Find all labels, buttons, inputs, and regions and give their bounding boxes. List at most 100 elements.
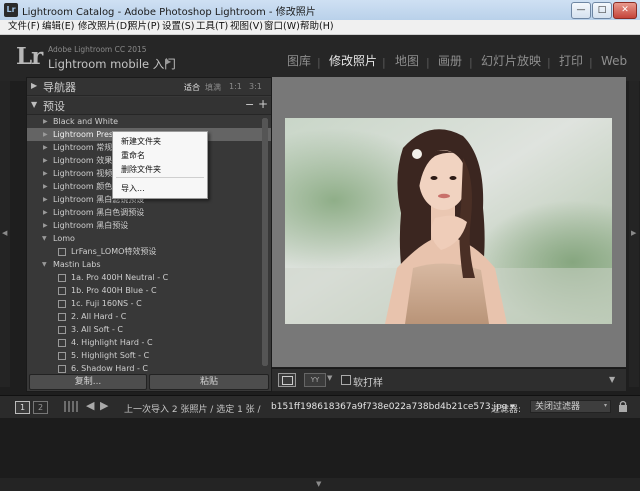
preset-folder-lomo[interactable]: ▼ Lomo — [27, 232, 271, 245]
maximize-button[interactable]: □ — [592, 2, 612, 19]
close-button[interactable]: ✕ — [613, 2, 637, 19]
add-preset-button[interactable]: + — [258, 97, 268, 111]
navigator-title: 导航器 — [43, 81, 76, 94]
toolbar-content-menu[interactable]: ▼ — [609, 375, 615, 384]
filmstrip-area[interactable] — [0, 418, 640, 478]
module-develop[interactable]: 修改照片 — [329, 55, 377, 68]
triangle-right-icon: ▶ — [43, 183, 48, 190]
lightroom-app-icon: Lr — [4, 3, 18, 17]
triangle-down-icon: ▼ — [316, 480, 322, 488]
lightroom-mobile-link[interactable]: Lightroom mobile 入门 — [48, 56, 176, 72]
portrait-photo — [285, 118, 612, 324]
copy-settings-button[interactable]: 复制... — [29, 374, 147, 390]
preset-folder-mastin-labs[interactable]: ▼ Mastin Labs — [27, 258, 271, 271]
filmstrip-bar: 1 2 ◀ ▶ 上一次导入 2 张照片 / 选定 1 张 / b151ff198… — [0, 395, 640, 419]
right-panel-toggle[interactable]: ▶ — [629, 81, 639, 387]
menu-view[interactable]: 视图(V) — [230, 20, 263, 34]
menu-help[interactable]: 帮助(H) — [300, 20, 334, 34]
preset-item[interactable]: 2. All Hard - C — [27, 310, 271, 323]
preset-file-icon — [58, 248, 66, 256]
filmstrip-toggle[interactable]: ▼ — [0, 478, 640, 491]
preset-item[interactable]: 1a. Pro 400H Neutral - C — [27, 271, 271, 284]
module-slideshow[interactable]: 幻灯片放映 — [481, 55, 541, 68]
menu-photo[interactable]: 照片(P) — [128, 20, 160, 34]
soft-proof-checkbox[interactable] — [341, 375, 351, 385]
preset-item[interactable]: 1b. Pro 400H Blue - C — [27, 284, 271, 297]
menu-settings[interactable]: 设置(S) — [162, 20, 194, 34]
filmstrip-source-path[interactable]: 上一次导入 2 张照片 / 选定 1 张 / — [124, 402, 261, 415]
loupe-view-button[interactable] — [278, 373, 296, 387]
window-title-bar: Lr Lightroom Catalog - Adobe Photoshop L… — [0, 0, 640, 21]
remove-preset-button[interactable]: − — [245, 98, 254, 111]
before-after-view-button[interactable]: YY — [304, 373, 326, 387]
filter-select[interactable]: 关闭过滤器 — [530, 400, 611, 413]
preset-file-icon — [58, 313, 66, 321]
module-print[interactable]: 打印 — [559, 55, 583, 68]
module-book[interactable]: 画册 — [438, 55, 462, 68]
navigator-1to1[interactable]: 1:1 — [229, 82, 242, 91]
chevron-down-icon[interactable]: ▼ — [327, 374, 332, 382]
preset-item[interactable]: 1c. Fuji 160NS - C — [27, 297, 271, 310]
navigator-fit[interactable]: 适合 — [184, 82, 200, 93]
ctx-delete-folder[interactable]: 删除文件夹 — [121, 164, 161, 175]
menu-bar: 文件(F) 编辑(E) 修改照片(D) 照片(P) 设置(S) 工具(T) 视图… — [0, 20, 640, 35]
module-separator: | — [382, 56, 386, 69]
develop-toolbar: YY ▼ 软打样 ▼ — [272, 368, 626, 391]
module-separator: | — [469, 56, 473, 69]
menu-tools[interactable]: 工具(T) — [196, 20, 228, 34]
navigator-panel-header[interactable]: ▶ 导航器 适合 填满 1:1 3:1 — [27, 78, 271, 96]
preset-folder-bw-tone[interactable]: ▶ Lightroom 黑白色调预设 — [27, 206, 271, 219]
menu-develop[interactable]: 修改照片(D) — [78, 20, 131, 34]
triangle-right-icon: ▶ — [43, 144, 48, 151]
menu-window[interactable]: 窗口(W) — [264, 20, 300, 34]
triangle-right-icon: ▶ — [631, 229, 637, 237]
triangle-right-icon: ▶ — [43, 222, 48, 229]
ctx-rename[interactable]: 重命名 — [121, 150, 145, 161]
menu-file[interactable]: 文件(F) — [8, 20, 40, 34]
ctx-new-folder[interactable]: 新建文件夹 — [121, 136, 161, 147]
navigator-fill[interactable]: 填满 — [205, 82, 221, 93]
module-map[interactable]: 地图 — [395, 55, 419, 68]
filmstrip-filename[interactable]: b151ff198618367a9f738e022a738bd4b21ce573… — [271, 402, 515, 412]
second-screen-button[interactable]: 2 — [33, 401, 48, 414]
triangle-down-icon: ▼ — [31, 100, 38, 109]
preset-file-icon — [58, 300, 66, 308]
left-panel-toggle[interactable]: ◀ — [0, 81, 10, 387]
menu-edit[interactable]: 编辑(E) — [42, 20, 74, 34]
soft-proof-label: 软打样 — [353, 378, 383, 389]
presets-panel-header[interactable]: ▼ 预设 − + — [27, 97, 271, 115]
triangle-right-icon: ▶ — [31, 81, 38, 90]
brand-line-1: Adobe Lightroom CC 2015 — [48, 45, 147, 54]
lightroom-logo: Lr — [16, 43, 43, 70]
preset-folder-black-and-white[interactable]: ▶ Black and White — [27, 115, 271, 128]
presets-scrollbar[interactable] — [262, 118, 268, 366]
preset-item[interactable]: 5. Highlight Soft - C — [27, 349, 271, 362]
ctx-import[interactable]: 导入... — [121, 183, 145, 194]
grid-view-icon[interactable] — [64, 401, 78, 412]
module-web[interactable]: Web — [601, 55, 627, 68]
preset-file-icon — [58, 352, 66, 360]
preset-item[interactable]: LrFans_LOMO特效预设 — [27, 245, 271, 258]
navigator-3to1[interactable]: 3:1 — [249, 82, 262, 91]
brand-arrow-icon: ▶ — [165, 57, 172, 66]
module-separator: | — [589, 56, 593, 69]
preset-item[interactable]: 3. All Soft - C — [27, 323, 271, 336]
main-screen-button[interactable]: 1 — [15, 401, 30, 414]
photo-image — [285, 118, 612, 324]
module-separator: | — [426, 56, 430, 69]
paste-settings-button[interactable]: 粘贴 — [149, 374, 269, 390]
preset-file-icon — [58, 365, 66, 373]
module-library[interactable]: 图库 — [287, 55, 311, 68]
minimize-button[interactable]: — — [571, 2, 591, 19]
presets-title: 预设 — [43, 100, 65, 113]
back-arrow-icon[interactable]: ◀ — [86, 399, 94, 412]
forward-arrow-icon[interactable]: ▶ — [100, 399, 108, 412]
triangle-right-icon: ▶ — [43, 118, 48, 125]
preset-item[interactable]: 4. Highlight Hard - C — [27, 336, 271, 349]
preset-folder-bw[interactable]: ▶ Lightroom 黑白预设 — [27, 219, 271, 232]
scrollbar-thumb[interactable] — [262, 118, 268, 366]
preset-file-icon — [58, 274, 66, 282]
lock-icon[interactable] — [618, 400, 628, 412]
triangle-right-icon: ▶ — [43, 209, 48, 216]
triangle-down-icon: ▼ — [42, 261, 47, 268]
